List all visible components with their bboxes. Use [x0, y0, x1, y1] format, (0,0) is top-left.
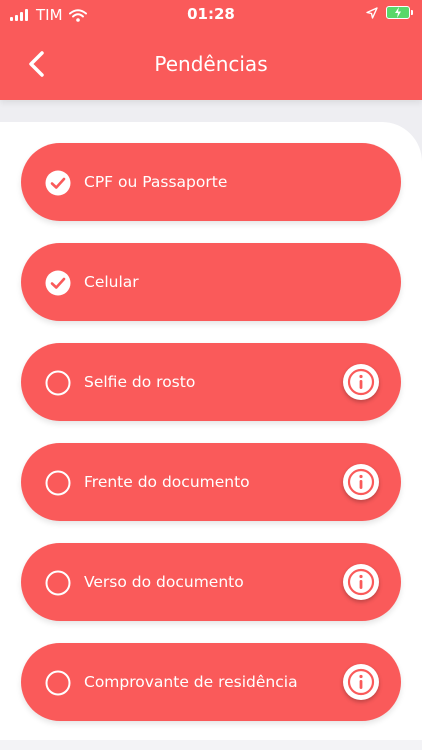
page-title: Pendências [154, 52, 268, 76]
bottom-strip [0, 740, 422, 750]
pending-list-card: CPF ou Passaporte Celular Selfie do rost… [0, 122, 422, 750]
info-button[interactable] [343, 464, 379, 500]
info-icon [347, 568, 375, 596]
info-button[interactable] [343, 364, 379, 400]
check-circle-icon [45, 170, 71, 196]
pending-item-label: CPF ou Passaporte [84, 173, 228, 191]
pending-item-selfie[interactable]: Selfie do rosto [21, 343, 401, 421]
check-circle-icon [45, 270, 71, 296]
info-button[interactable] [343, 564, 379, 600]
app-header: TIM 01:28 Pendências [0, 0, 422, 100]
pending-item-label: Celular [84, 273, 139, 291]
empty-circle-icon [45, 670, 71, 696]
pending-item-cpf[interactable]: CPF ou Passaporte [21, 143, 401, 221]
empty-circle-icon [45, 470, 71, 496]
pending-item-verso-documento[interactable]: Verso do documento [21, 543, 401, 621]
pending-item-frente-documento[interactable]: Frente do documento [21, 443, 401, 521]
empty-circle-icon [45, 570, 71, 596]
info-button[interactable] [343, 664, 379, 700]
battery-icon [386, 6, 413, 19]
status-bar: TIM 01:28 [0, 0, 422, 30]
pending-item-celular[interactable]: Celular [21, 243, 401, 321]
empty-circle-icon [45, 370, 71, 396]
pending-item-label: Selfie do rosto [84, 373, 196, 391]
info-icon [347, 368, 375, 396]
info-icon [347, 668, 375, 696]
location-arrow-icon [366, 6, 378, 19]
status-right [366, 6, 413, 19]
pending-item-label: Comprovante de residência [84, 673, 298, 691]
pending-item-label: Verso do documento [84, 573, 244, 591]
pending-item-label: Frente do documento [84, 473, 250, 491]
status-time: 01:28 [187, 5, 235, 23]
pending-item-comprovante-residencia[interactable]: Comprovante de residência [21, 643, 401, 721]
info-icon [347, 468, 375, 496]
